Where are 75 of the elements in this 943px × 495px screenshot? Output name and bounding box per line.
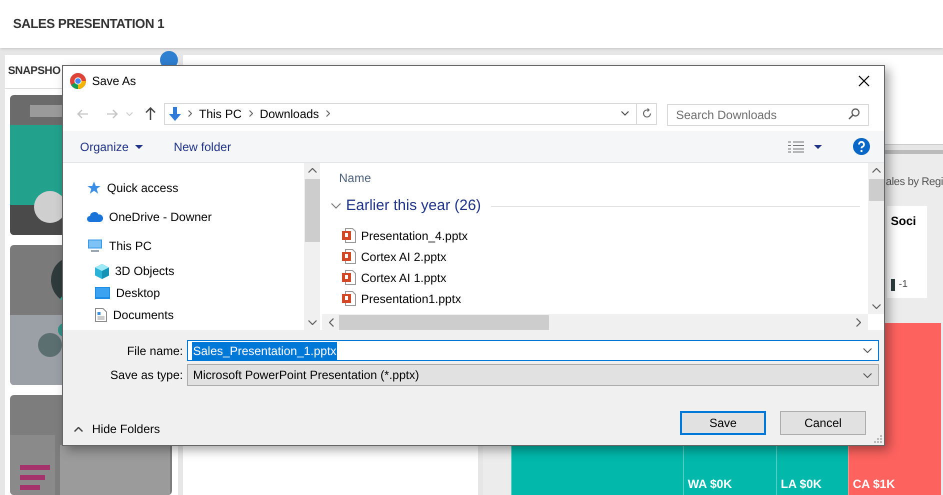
panel-heading: SNAPSHO <box>8 64 60 80</box>
back-arrow-icon <box>77 108 89 118</box>
app-title: SALES PRESENTATION 1 <box>13 15 164 34</box>
refresh-icon[interactable] <box>642 108 652 119</box>
scroll-thumb[interactable] <box>339 314 549 330</box>
scroll-thumb[interactable] <box>868 179 884 201</box>
chevron-down-icon <box>863 372 872 378</box>
file-item[interactable]: Cortex AI 1.pptx <box>339 267 860 288</box>
field-label: Save as type: <box>109 367 183 384</box>
breadcrumb-item[interactable]: Downloads <box>260 104 320 122</box>
presentation-file-icon <box>342 249 356 264</box>
search-field[interactable]: Search Downloads <box>667 104 869 126</box>
scrollbar[interactable] <box>868 163 884 314</box>
file-item[interactable]: Presentation1.pptx <box>339 288 860 309</box>
forward-arrow-icon <box>106 108 118 118</box>
bar-icon <box>890 278 895 290</box>
close-icon <box>858 75 870 87</box>
file-name-field[interactable]: Sales_Presentation_1.pptx <box>187 340 879 361</box>
document-icon <box>95 308 107 322</box>
chevron-right-icon <box>188 110 192 117</box>
scrollbar[interactable] <box>322 314 868 330</box>
chevron-up-icon <box>74 426 83 432</box>
view-button[interactable] <box>788 140 822 152</box>
nav-tree-item[interactable]: This PC <box>63 231 304 260</box>
field-label: File name: <box>126 342 183 360</box>
search-icon <box>848 108 860 120</box>
resize-grip-icon[interactable] <box>874 435 882 443</box>
chevron-down-icon <box>872 304 880 309</box>
help-icon[interactable] <box>853 138 870 155</box>
hide-folders-button[interactable]: Hide Folders <box>74 420 160 438</box>
computer-icon <box>87 238 103 252</box>
caret-icon <box>134 144 143 148</box>
star-icon <box>87 180 101 194</box>
card-value: -1 <box>898 278 908 292</box>
chevron-down-icon <box>863 348 872 353</box>
chevron-right-icon <box>248 110 253 117</box>
dialog-button[interactable]: Cancel <box>780 411 866 435</box>
scroll-thumb[interactable] <box>304 179 320 242</box>
nav-tree-item[interactable]: OneDrive - Downer <box>63 202 304 231</box>
dialog-button[interactable]: Save <box>680 411 766 435</box>
new-folder-button[interactable]: New folder <box>174 138 232 156</box>
cloud-icon <box>87 211 103 222</box>
organize-button[interactable]: Organize <box>80 138 143 156</box>
panel-title: ales by Regi <box>886 174 943 190</box>
nav-tree-item[interactable]: 3D Objects <box>63 260 304 282</box>
chevron-up-icon <box>308 168 316 173</box>
chevron-right-icon <box>856 318 861 326</box>
nav-tree-item[interactable]: Desktop <box>63 282 304 304</box>
chevron-down-icon <box>126 112 132 116</box>
download-arrow-icon <box>169 106 181 120</box>
desktop-icon <box>95 287 110 299</box>
chevron-down-icon <box>621 111 629 116</box>
file-item[interactable]: Presentation_4.pptx <box>339 225 860 246</box>
chevron-right-icon <box>326 110 330 117</box>
scrollbar[interactable] <box>304 163 320 330</box>
chevron-left-icon <box>329 318 334 326</box>
chevron-down-icon <box>308 320 316 325</box>
nav-tree-item[interactable]: Quick access <box>63 173 304 202</box>
details-view-icon <box>788 140 804 152</box>
presentation-file-icon <box>342 228 356 243</box>
file-item[interactable]: Cortex AI 2.pptx <box>339 246 860 267</box>
cube-icon <box>95 264 109 278</box>
browser-logo-icon <box>70 73 86 89</box>
dialog-title: Save As <box>92 73 136 90</box>
presentation-file-icon <box>342 270 356 285</box>
presentation-file-icon <box>342 291 356 306</box>
column-header[interactable]: Name <box>339 169 372 187</box>
chevron-up-icon <box>872 168 880 173</box>
address-bar[interactable]: This PC Downloads <box>164 102 657 124</box>
card-title: Soci <box>890 213 918 230</box>
group-toggle[interactable]: Earlier this year (26) <box>331 194 482 218</box>
nav-tree-item[interactable]: Documents <box>63 304 304 326</box>
file-type-dropdown[interactable]: Microsoft PowerPoint Presentation (*.pptx) <box>187 364 879 386</box>
breadcrumb-item[interactable]: This PC <box>199 104 242 122</box>
up-arrow-icon <box>144 107 156 120</box>
